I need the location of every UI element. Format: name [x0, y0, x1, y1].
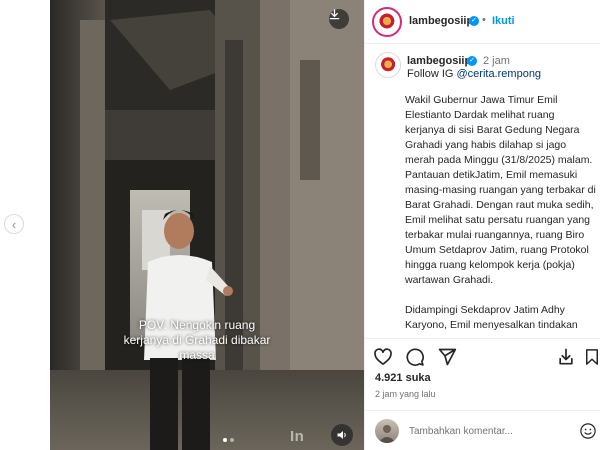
commenter-avatar [375, 419, 399, 443]
avatar-logo [377, 12, 397, 32]
chevron-left-icon: ‹ [11, 216, 17, 232]
speaker-icon [337, 431, 346, 439]
bookmark-icon[interactable] [583, 347, 600, 367]
likes-count[interactable]: 4.921 suka [375, 372, 431, 384]
post-media[interactable]: POV: Nengokin ruang kerjanya di Grahadi … [50, 0, 364, 450]
watermark-text: In [290, 428, 305, 445]
commenter-avatar-image [378, 425, 396, 443]
post-details-panel: lambegosiip ✓ • Ikuti lambegosiip ✓ 2 ja… [364, 0, 600, 450]
avatar[interactable] [372, 7, 402, 37]
share-icon[interactable] [437, 347, 457, 367]
verified-badge-icon: ✓ [469, 16, 479, 26]
caption-paragraph: Pantauan detikJatim, Emil memasuki masin… [405, 169, 596, 286]
repost-icon[interactable] [556, 347, 576, 367]
header-username[interactable]: lambegosiip [409, 15, 473, 27]
download-icon [329, 9, 340, 20]
comment-icon[interactable] [405, 347, 425, 367]
caption-paragraph: Didampingi Sekdaprov Jatim Adhy Karyono,… [405, 304, 578, 331]
caption-follow-line: Follow IG @cerita.rempong [407, 68, 541, 80]
emoji-icon[interactable] [579, 422, 597, 440]
download-button[interactable] [329, 9, 349, 29]
carousel-prev-button[interactable]: ‹ [4, 214, 24, 234]
avatar-logo [379, 56, 397, 74]
comment-input[interactable] [409, 423, 569, 439]
video-caption-overlay: POV: Nengokin ruang kerjanya di Grahadi … [123, 318, 271, 362]
post-header: lambegosiip ✓ • Ikuti [365, 0, 600, 44]
carousel-dot [223, 438, 227, 442]
caption-paragraph: Wakil Gubernur Jawa Timur Emil Elestiant… [405, 94, 593, 166]
caption-time: 2 jam [483, 55, 510, 67]
follow-button[interactable]: Ikuti [492, 15, 515, 27]
caption-body: Wakil Gubernur Jawa Timur Emil Elestiant… [405, 93, 597, 337]
verified-badge-icon: ✓ [467, 56, 477, 66]
mention-link[interactable]: @cerita.rempong [457, 68, 542, 80]
carousel-indicator [223, 438, 234, 442]
follow-prefix-text: Follow IG [407, 68, 457, 80]
posted-time: 2 jam yang lalu [375, 389, 436, 399]
heart-icon[interactable] [373, 347, 393, 367]
caption-username[interactable]: lambegosiip [407, 55, 471, 67]
action-bar [365, 338, 600, 374]
sound-toggle-button[interactable] [331, 424, 353, 446]
caption-avatar[interactable] [375, 52, 401, 78]
comment-bar [365, 410, 600, 450]
carousel-dot [230, 438, 234, 442]
burned-room-photo [50, 0, 364, 450]
header-separator: • [482, 14, 486, 26]
